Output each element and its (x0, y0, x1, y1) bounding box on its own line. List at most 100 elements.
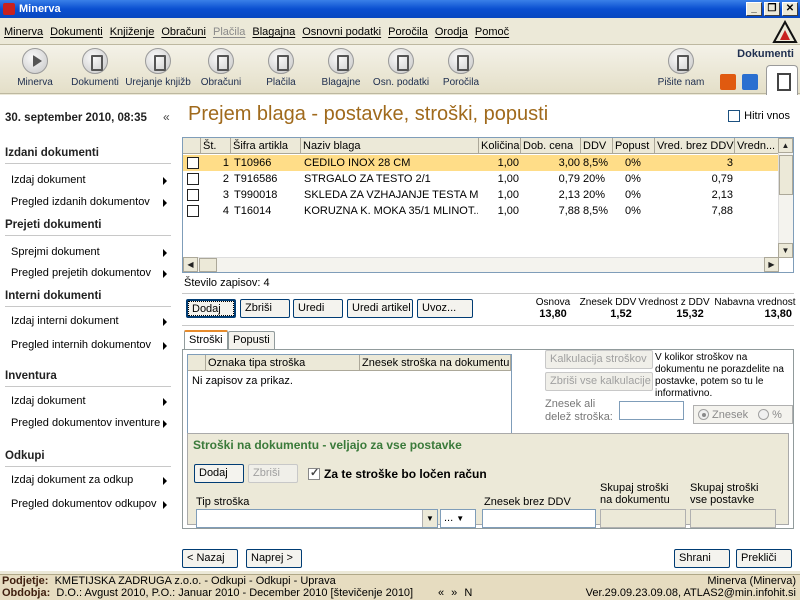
collapse-sidebar-icon[interactable]: « (163, 110, 170, 124)
table-row[interactable]: 2 T916586 STRGALO ZA TESTO 2/1 1,00 0,79… (183, 171, 779, 187)
cost-type-combo[interactable]: ▼ (196, 509, 438, 528)
sidebar-item-pregled-internih[interactable]: Pregled internih dokumentov (11, 339, 169, 351)
checkbox-box[interactable] (728, 110, 741, 122)
scroll-up-icon[interactable]: ▲ (778, 138, 793, 153)
table-row[interactable]: 1 T10966 CEDILO INOX 28 CM 1,00 3,00 8,5… (183, 155, 779, 171)
add-cost-button[interactable]: Dodaj (194, 464, 244, 483)
toolbar-placila-button[interactable]: Plačila (250, 48, 312, 88)
scroll-left-icon[interactable]: ◀ (183, 257, 198, 272)
delete-cost-button[interactable]: Zbriši (248, 464, 298, 483)
document-icon (82, 48, 108, 74)
menu-obracuni[interactable]: Obračuni (161, 26, 206, 38)
info-text: V kolikor stroškov na dokumentu ne poraz… (655, 352, 784, 399)
column-header-st[interactable]: Št. (201, 138, 231, 154)
table-row[interactable]: 4 T16014 KORUZNA K. MOKA 35/1 MLINOT... … (183, 203, 779, 219)
menu-placila[interactable]: Plačila (213, 26, 245, 38)
sidebar: 30. september 2010, 08:35 « Izdani dokum… (0, 95, 178, 571)
toolbar-blagajne-button[interactable]: Blagajne (310, 48, 372, 88)
save-button[interactable]: Shrani (674, 549, 730, 568)
menu-blagajna[interactable]: Blagajna (252, 26, 295, 38)
sidebar-item-pregled-odkupov[interactable]: Pregled dokumentov odkupov (11, 498, 169, 510)
sidebar-item-pregled-prejetih[interactable]: Pregled prejetih dokumentov (11, 267, 169, 279)
company-label: Podjetje: (2, 575, 49, 587)
menu-orodja[interactable]: Orodja (435, 26, 468, 38)
cost-type-picker[interactable]: ... ▼ (440, 509, 476, 528)
scroll-thumb[interactable] (779, 155, 793, 195)
toolbar-urejanje-button[interactable]: Urejanje knjižb (124, 48, 192, 88)
scroll-thumb[interactable] (199, 258, 217, 272)
scroll-right-icon[interactable]: ▶ (764, 257, 779, 272)
column-header-sifra[interactable]: Šifra artikla (231, 138, 301, 154)
delete-calculations-button[interactable]: Zbriši vse kalkulacije (545, 372, 653, 391)
column-header-kolicina[interactable]: Količina (479, 138, 521, 154)
label-line: vse postavke (690, 494, 755, 506)
column-header-oznaka[interactable]: Oznaka tipa stroška (206, 355, 360, 371)
toolbar-osn-podatki-button[interactable]: Osn. podatki (370, 48, 432, 88)
fast-entry-checkbox[interactable]: Hitri vnos (728, 110, 790, 122)
sidebar-item-pregled-inventure[interactable]: Pregled dokumentov inventure (11, 417, 169, 429)
add-button[interactable]: Dodaj (186, 299, 236, 318)
column-header-dob-cena[interactable]: Dob. cena (521, 138, 581, 154)
toolbar-porocila-button[interactable]: Poročila (430, 48, 492, 88)
radio-percent[interactable] (758, 409, 770, 420)
cell-vred-brez-ddv: 0,79 (711, 173, 733, 185)
period-nav[interactable]: « » N (438, 587, 474, 599)
total-label: Vrednost z DDV (638, 297, 710, 308)
office-icon[interactable] (720, 74, 736, 90)
toolbar-obracuni-button[interactable]: Obračuni (190, 48, 252, 88)
radio-amount[interactable] (698, 409, 709, 420)
menu-osnovni-podatki[interactable]: Osnovni podatki (302, 26, 381, 38)
cost-calculation-button[interactable]: Kalkulacija stroškov (545, 350, 653, 369)
column-header-select[interactable] (188, 355, 206, 371)
sidebar-item-sprejmi-dokument[interactable]: Sprejmi dokument (11, 246, 169, 258)
column-header-popust[interactable]: Popust (613, 138, 655, 154)
checkbox-box[interactable]: ✓ (308, 467, 320, 480)
close-button[interactable]: ✕ (782, 2, 798, 16)
row-checkbox[interactable] (187, 157, 199, 169)
net-amount-input[interactable] (482, 509, 596, 528)
documents-tab-icon[interactable] (766, 65, 798, 95)
menu-dokumenti[interactable]: Dokumenti (50, 26, 103, 38)
column-header-ddv[interactable]: DDV (581, 138, 613, 154)
edit-article-button[interactable]: Uredi artikel (347, 299, 413, 318)
tab-popusti[interactable]: Popusti (228, 331, 275, 349)
sidebar-item-izdaj-dokument[interactable]: Izdaj dokument (11, 174, 169, 186)
minimize-button[interactable]: _ (746, 2, 762, 16)
sidebar-item-izdaj-interni[interactable]: Izdaj interni dokument (11, 315, 169, 327)
row-checkbox[interactable] (187, 173, 199, 185)
next-button[interactable]: Naprej > (246, 549, 302, 568)
chevron-down-icon[interactable]: ▼ (422, 510, 437, 527)
share-amount-input[interactable] (619, 401, 684, 420)
sidebar-item-pregled-izdanih[interactable]: Pregled izdanih dokumentov (11, 196, 169, 208)
menu-knjizenje[interactable]: Knjiženje (110, 26, 155, 38)
cancel-button[interactable]: Prekliči (736, 549, 792, 568)
scroll-down-icon[interactable]: ▼ (778, 243, 793, 258)
browser-icon[interactable] (742, 74, 758, 90)
sidebar-item-izdaj-odkup[interactable]: Izdaj dokument za odkup (11, 474, 169, 486)
column-header-vrednost[interactable]: Vredn... (735, 138, 779, 154)
toolbar-dokumenti-button[interactable]: Dokumenti (64, 48, 126, 88)
column-header-select[interactable] (183, 138, 201, 154)
menu-pomoc[interactable]: Pomoč (475, 26, 509, 38)
menu-porocila[interactable]: Poročila (388, 26, 428, 38)
column-header-naziv[interactable]: Naziv blaga (301, 138, 479, 154)
horizontal-scrollbar[interactable]: ◀ ▶ (183, 257, 779, 272)
sidebar-item-izdaj-inventura[interactable]: Izdaj dokument (11, 395, 169, 407)
table-row[interactable]: 3 T990018 SKLEDA ZA VZHAJANJE TESTA M...… (183, 187, 779, 203)
toolbar-pisite-nam-button[interactable]: Pišite nam (650, 48, 712, 88)
column-header-znesek[interactable]: Znesek stroška na dokumentu (360, 355, 511, 371)
column-header-vred-brez-ddv[interactable]: Vred. brez DDV (655, 138, 735, 154)
toolbar-minerva-button[interactable]: Minerva (4, 48, 66, 88)
title-bar[interactable]: Minerva _ ❐ ✕ (0, 0, 800, 18)
row-checkbox[interactable] (187, 205, 199, 217)
import-button[interactable]: Uvoz... (417, 299, 473, 318)
back-button[interactable]: < Nazaj (182, 549, 238, 568)
edit-button[interactable]: Uredi (293, 299, 343, 318)
row-checkbox[interactable] (187, 189, 199, 201)
separate-invoice-checkbox[interactable]: ✓ Za te stroške bo ločen račun (308, 467, 487, 481)
vertical-scrollbar[interactable]: ▲ ▼ (778, 138, 793, 258)
delete-button[interactable]: Zbriši (240, 299, 290, 318)
maximize-button[interactable]: ❐ (764, 2, 780, 16)
tab-stroski[interactable]: Stroški (184, 330, 228, 349)
menu-minerva[interactable]: Minerva (4, 26, 43, 38)
